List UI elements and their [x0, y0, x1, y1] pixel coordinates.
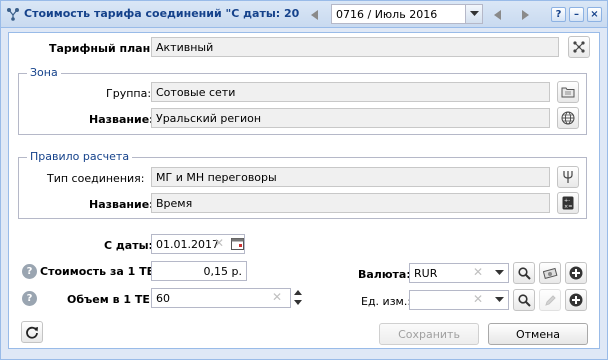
connection-type-label: Тип соединения: — [47, 172, 145, 185]
zone-group-field: Сотовые сети — [151, 82, 550, 102]
prev-period-button[interactable] — [305, 5, 325, 24]
cancel-button[interactable]: Отмена — [488, 323, 588, 345]
volume-input[interactable]: 60 — [151, 288, 291, 308]
svg-text:×=: ×= — [564, 204, 572, 210]
from-date-label: С даты: — [104, 239, 153, 252]
chevron-down-icon[interactable] — [465, 5, 482, 23]
connection-type-button[interactable] — [557, 166, 579, 188]
unit-add-button[interactable] — [565, 289, 587, 311]
close-tool-icon[interactable]: × — [587, 7, 602, 22]
add-icon — [569, 293, 583, 307]
next-period-button[interactable] — [515, 5, 535, 24]
period-select[interactable]: 0716 / Июль 2016 — [331, 4, 483, 24]
tariff-plan-label: Тарифный план: — [49, 42, 155, 55]
zone-name-label: Название: — [89, 113, 154, 126]
prev-step-button[interactable] — [488, 5, 508, 24]
globe-icon — [561, 111, 575, 125]
volume-label: Объем в 1 ТЕ: — [67, 293, 155, 306]
minimize-tool-icon[interactable]: – — [569, 7, 584, 22]
cost-label: Стоимость за 1 ТЕ: — [40, 265, 159, 278]
form-panel: Тарифный план: Активный Зона Группа: Сот… — [8, 32, 600, 349]
trident-icon — [563, 171, 573, 183]
cost-help-icon[interactable]: ? — [22, 264, 37, 279]
unit-search-button[interactable] — [513, 289, 535, 311]
add-icon — [569, 266, 583, 280]
spinner-up-icon — [294, 290, 302, 295]
currency-search-button[interactable] — [513, 262, 535, 284]
currency-add-button[interactable] — [565, 262, 587, 284]
arrow-right-icon — [522, 9, 529, 20]
save-button[interactable]: Сохранить — [379, 323, 479, 345]
zone-name-button[interactable] — [557, 107, 579, 129]
volume-help-icon[interactable]: ? — [22, 291, 37, 306]
folder-icon — [561, 87, 575, 98]
zone-group-button[interactable] — [557, 81, 579, 103]
arrow-left-icon — [494, 9, 501, 20]
money-icon — [542, 267, 557, 279]
network-icon — [573, 41, 585, 53]
pencil-icon — [544, 294, 556, 306]
search-icon — [517, 266, 531, 280]
unit-label: Ед. изм.: — [361, 295, 412, 308]
zone-name-field: Уральский регион — [151, 108, 550, 128]
cost-input[interactable]: 0,15 р. — [151, 261, 247, 281]
zone-group-label: Группа: — [106, 87, 152, 100]
calculator-icon: +- ×= — [562, 196, 574, 210]
rule-name-field: Время — [151, 193, 550, 213]
currency-value: RUR — [414, 267, 438, 280]
window-title: Стоимость тарифа соединений "С даты: 201… — [24, 7, 300, 20]
zone-legend: Зона — [27, 66, 61, 79]
chevron-down-icon[interactable] — [491, 291, 508, 309]
connection-type-field: МГ и МН переговоры — [151, 167, 550, 187]
clear-icon[interactable]: ✕ — [272, 290, 282, 304]
period-select-value: 0716 / Июль 2016 — [336, 8, 438, 21]
rule-name-button[interactable]: +- ×= — [557, 192, 579, 214]
refresh-button[interactable] — [21, 321, 43, 343]
calc-rule-legend: Правило расчета — [27, 150, 133, 163]
calendar-icon[interactable] — [229, 234, 246, 252]
arrow-left-icon — [311, 9, 318, 20]
chevron-down-icon[interactable] — [491, 264, 508, 282]
clear-icon[interactable]: ✕ — [473, 265, 483, 279]
currency-label: Валюта: — [358, 268, 411, 281]
help-tool-icon[interactable]: ? — [551, 7, 566, 22]
unit-edit-button[interactable] — [539, 289, 561, 311]
refresh-icon — [26, 326, 38, 339]
tariff-plan-field: Активный — [151, 37, 559, 57]
spinner-control[interactable] — [290, 288, 304, 308]
tariff-plan-select-button[interactable] — [568, 36, 590, 58]
currency-money-button[interactable] — [539, 262, 561, 284]
clear-icon[interactable]: ✕ — [473, 292, 483, 306]
search-icon — [517, 293, 531, 307]
from-date-value: 01.01.2017 — [156, 238, 219, 251]
tariff-network-icon — [6, 7, 20, 21]
title-bar[interactable]: Стоимость тарифа соединений "С даты: 201… — [1, 1, 607, 28]
rule-name-label: Название: — [89, 198, 154, 211]
spinner-down-icon — [294, 300, 302, 305]
dialog-window: Стоимость тарифа соединений "С даты: 201… — [0, 0, 608, 360]
clear-icon[interactable]: ✕ — [214, 236, 224, 250]
